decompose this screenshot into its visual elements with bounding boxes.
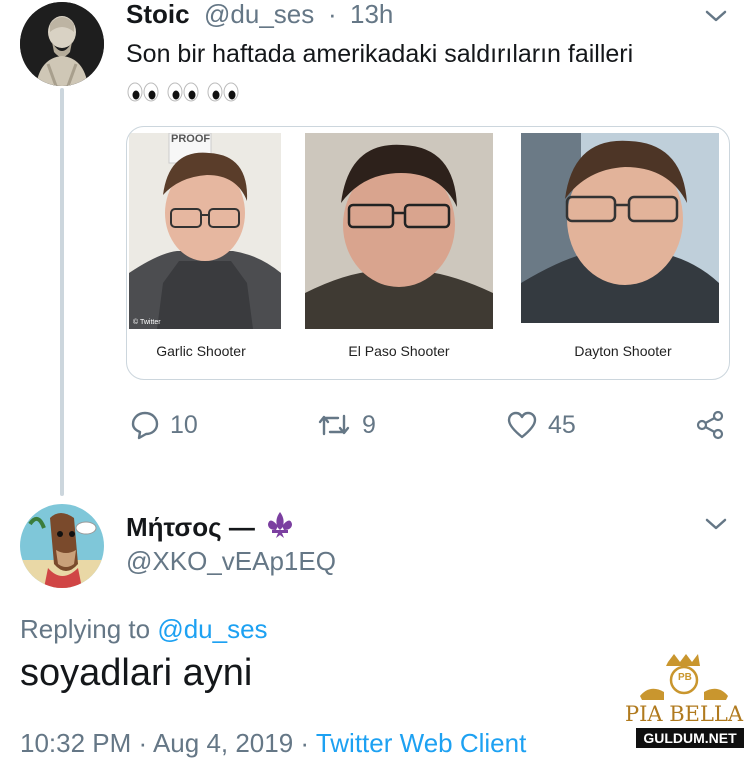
replying-handle-link[interactable]: @du_ses	[157, 614, 267, 644]
reply-author-name-text: Μήτσος —	[126, 512, 255, 542]
fleur-de-lis-icon	[268, 512, 293, 538]
chevron-down-icon[interactable]	[704, 516, 728, 532]
photo-sign-label: PROOF	[171, 133, 211, 145]
watermark: PB PIA BELLA GULDUM.NET	[620, 652, 748, 748]
replying-prefix: Replying to	[20, 614, 158, 644]
retweet-action[interactable]: 9	[316, 408, 376, 442]
footer-client-link[interactable]: Twitter Web Client	[316, 728, 526, 758]
media-card[interactable]: PROOF © Twitter Garlic Shooter El Paso S…	[126, 126, 730, 380]
thread-connector	[60, 88, 64, 496]
replying-to: Replying to @du_ses	[20, 614, 268, 645]
tweet-time[interactable]: 13h	[350, 0, 393, 30]
footer-timestamp[interactable]: 10:32 PM · Aug 4, 2019 ·	[20, 728, 316, 758]
portrait-image	[129, 133, 281, 329]
author-name[interactable]: Stoic	[126, 0, 190, 30]
eyes-emoji-row	[126, 82, 240, 102]
photo-dayton-shooter[interactable]	[521, 133, 719, 323]
reply-author-handle[interactable]: @XKO_vEAp1EQ	[126, 546, 336, 577]
photo-credit: © Twitter	[133, 319, 161, 326]
heart-icon	[507, 411, 537, 439]
watermark-sub: GULDUM.NET	[636, 728, 744, 748]
eyes-emoji-icon	[167, 82, 199, 102]
reply-author-name[interactable]: Μήτσος —	[126, 510, 294, 543]
tweet-text: Son bir haftada amerikadaki saldırıların…	[126, 40, 634, 68]
reply-icon	[131, 411, 159, 440]
statue-avatar-icon	[20, 2, 104, 86]
share-action[interactable]	[694, 408, 726, 442]
reply-text: soyadlari ayni	[20, 652, 253, 694]
tweet-footer: 10:32 PM · Aug 4, 2019 · Twitter Web Cli…	[20, 728, 526, 759]
avatar-mitsos[interactable]	[20, 504, 104, 588]
portrait-image	[305, 133, 493, 329]
eyes-emoji-icon	[127, 82, 159, 102]
meta-separator: ·	[328, 0, 337, 29]
caption-garlic-shooter: Garlic Shooter	[156, 343, 246, 359]
watermark-brand: PIA BELLA	[624, 702, 744, 726]
share-icon	[696, 410, 724, 440]
caption-el-paso-shooter: El Paso Shooter	[348, 343, 450, 359]
retweet-count: 9	[362, 410, 376, 439]
portrait-image	[521, 133, 719, 323]
retweet-icon	[318, 414, 350, 436]
like-action[interactable]: 45	[506, 408, 576, 442]
avatar-stoic[interactable]	[20, 2, 104, 86]
eyes-emoji-icon	[207, 82, 239, 102]
like-count: 45	[548, 410, 576, 439]
caption-dayton-shooter: Dayton Shooter	[574, 343, 672, 359]
watermark-monogram: PB	[678, 672, 692, 683]
reply-action[interactable]: 10	[130, 408, 198, 442]
photo-garlic-shooter[interactable]	[129, 133, 281, 329]
cartoon-horse-avatar-icon	[20, 504, 104, 588]
author-handle[interactable]: @du_ses	[204, 0, 314, 30]
chevron-down-icon[interactable]	[704, 8, 728, 24]
photo-el-paso-shooter[interactable]	[305, 133, 493, 329]
reply-count: 10	[170, 410, 198, 439]
